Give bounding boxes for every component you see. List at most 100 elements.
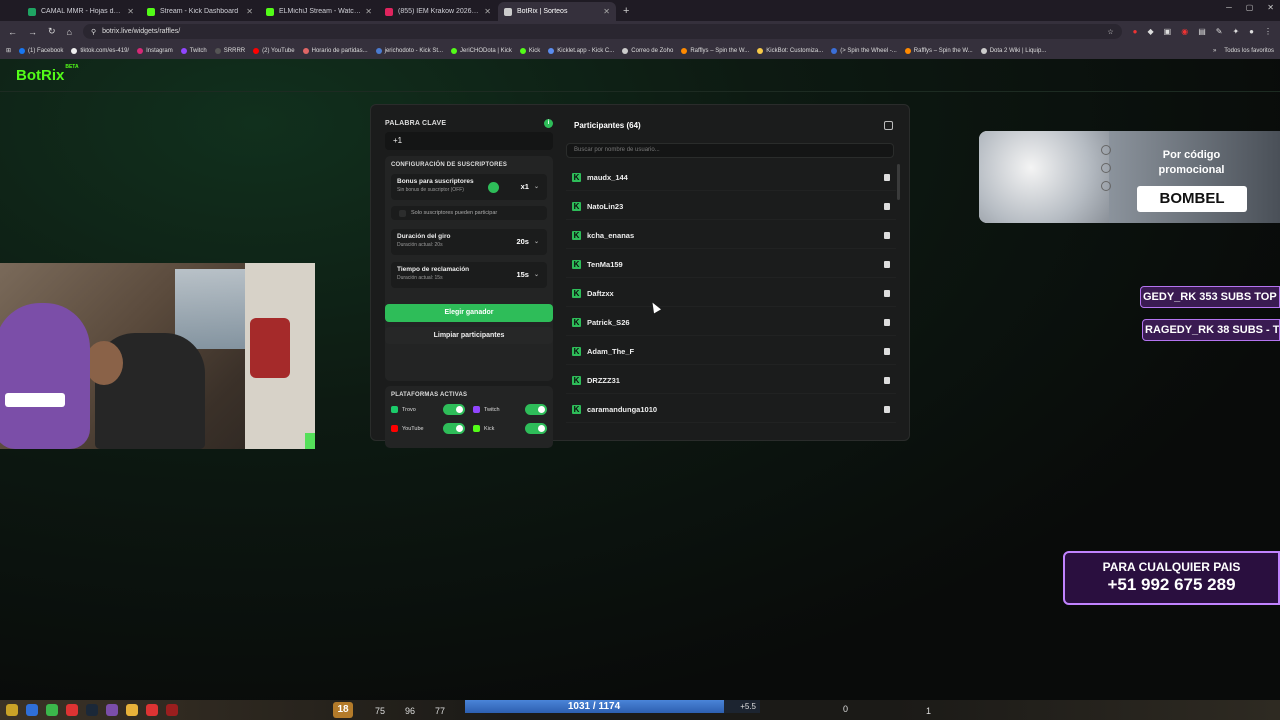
bookmark-label: Twitch <box>189 47 207 54</box>
participant-list-scrollbar[interactable] <box>897 164 900 200</box>
bookmark-item[interactable]: (> Spin the Wheel -... <box>831 47 897 54</box>
extension-icon[interactable]: ▣ <box>1164 27 1172 36</box>
extension-icon[interactable]: ✎ <box>1216 27 1223 36</box>
apps-icon[interactable]: ⊞ <box>6 47 11 54</box>
browser-tab[interactable]: Stream - Kick Dashboard ✕ <box>141 2 259 21</box>
app-icon[interactable] <box>106 704 118 716</box>
dota-icon[interactable] <box>166 704 178 716</box>
steam-icon[interactable] <box>86 704 98 716</box>
botrix-logo[interactable]: BotRixBETA <box>16 64 79 84</box>
twitch-icon <box>473 406 480 413</box>
bookmark-label: Correo de Zoho <box>631 47 674 54</box>
info-icon[interactable]: i <box>544 119 553 128</box>
bookmark-item[interactable]: Rafflys – Spin the W... <box>904 47 973 54</box>
bag-icon <box>1101 163 1111 173</box>
reload-icon[interactable]: ↻ <box>48 26 56 37</box>
participant-name: TenMa159 <box>587 259 623 269</box>
close-window-icon[interactable]: ✕ <box>1267 3 1274 12</box>
forward-icon[interactable]: → <box>28 27 37 37</box>
platform-toggle[interactable] <box>525 404 547 415</box>
bookmark-item[interactable]: jerichodoto - Kick St... <box>375 47 443 54</box>
bookmark-item[interactable]: Twitch <box>180 47 207 54</box>
bookmark-favicon-icon <box>71 47 78 54</box>
platform-toggle[interactable] <box>443 423 465 434</box>
new-tab-button[interactable]: + <box>617 2 635 21</box>
platform-toggle[interactable] <box>443 404 465 415</box>
subs-only-checkbox-row[interactable]: Solo suscriptores pueden participar <box>391 206 547 220</box>
bookmark-item[interactable]: JeriCHODota | Kick <box>451 47 512 54</box>
more-bookmarks-icon[interactable]: » <box>1213 48 1216 54</box>
trash-icon[interactable] <box>884 289 890 297</box>
bookmark-item[interactable]: (1) Facebook <box>19 47 63 54</box>
app-icon[interactable] <box>26 704 38 716</box>
app-icon[interactable] <box>146 704 158 716</box>
close-tab-icon[interactable]: ✕ <box>365 7 372 16</box>
close-tab-icon[interactable]: ✕ <box>127 7 134 16</box>
pick-winner-button[interactable]: Elegir ganador <box>385 304 553 322</box>
trash-icon[interactable] <box>884 347 890 355</box>
menu-icon[interactable]: ⋮ <box>1264 27 1272 36</box>
all-bookmarks-link[interactable]: Todos los favoritos <box>1224 48 1274 54</box>
trash-icon[interactable] <box>884 202 890 210</box>
bookmark-item[interactable]: Dota 2 Wiki | Liquip... <box>980 47 1046 54</box>
bookmark-item[interactable]: Kick <box>519 47 540 54</box>
platform-label: YouTube <box>402 425 424 432</box>
maximize-icon[interactable]: ▢ <box>1246 3 1254 12</box>
bookmark-item[interactable]: Horario de partidas... <box>302 47 368 54</box>
close-tab-icon[interactable]: ✕ <box>246 7 253 16</box>
tab-favicon-icon <box>28 7 36 16</box>
copy-icon[interactable] <box>884 120 893 130</box>
claim-time-select[interactable]: 15s ⌄ <box>516 270 539 279</box>
trash-icon[interactable] <box>884 231 890 239</box>
back-icon[interactable]: ← <box>8 27 17 37</box>
extension-icon[interactable]: ▤ <box>1198 27 1206 36</box>
bookmark-item[interactable]: Rafflys – Spin the W... <box>681 47 749 54</box>
trash-icon[interactable] <box>884 173 890 181</box>
folder-icon[interactable] <box>6 704 18 716</box>
trash-icon[interactable] <box>884 318 890 326</box>
bookmark-item[interactable]: Correo de Zoho <box>622 47 674 54</box>
bookmark-item[interactable]: tiktok.com/es-419/ <box>71 47 129 54</box>
kick-icon: K <box>572 259 581 269</box>
subs-only-checkbox[interactable] <box>399 209 406 217</box>
home-icon[interactable]: ⌂ <box>67 27 72 37</box>
browser-tab[interactable]: CAMAL MMR - Hojas de cálculo ✕ <box>22 2 140 21</box>
browser-tab[interactable]: ELMichiJ Stream - Watch Live ✕ <box>260 2 378 21</box>
bookmark-item[interactable]: KickBot: Customiza... <box>757 47 823 54</box>
hero-stat: 77 <box>435 706 446 716</box>
bookmark-star-icon[interactable]: ☆ <box>1107 28 1113 36</box>
clear-participants-button[interactable]: Limpiar participantes <box>385 327 553 344</box>
app-icon[interactable] <box>46 704 58 716</box>
platform-toggle[interactable] <box>525 423 547 434</box>
subscriber-bonus-select[interactable]: x1 ⌄ <box>521 182 539 191</box>
close-tab-icon[interactable]: ✕ <box>484 7 491 16</box>
trash-icon[interactable] <box>884 405 890 413</box>
url-bar[interactable]: ⚲ botrix.live/widgets/raffles/ ☆ <box>82 24 1122 39</box>
close-tab-icon[interactable]: ✕ <box>603 7 610 16</box>
bookmark-item[interactable]: Kicklet.app - Kick C... <box>548 47 614 54</box>
taskbar-icons <box>6 704 178 716</box>
app-icon[interactable] <box>66 704 78 716</box>
bookmark-item[interactable]: Instagram <box>137 47 173 54</box>
puzzle-icon[interactable]: ✦ <box>1232 27 1239 36</box>
site-info-icon[interactable]: ⚲ <box>91 28 96 36</box>
bookmark-item[interactable]: SRRRR <box>214 47 245 54</box>
profile-avatar[interactable]: ● <box>1249 27 1254 36</box>
trash-icon[interactable] <box>884 260 890 268</box>
chevron-down-icon: ⌄ <box>533 184 539 190</box>
participant-search-input[interactable]: Buscar por nombre de usuario... <box>566 143 894 158</box>
kick-icon: K <box>572 201 581 211</box>
browser-tab[interactable]: (855) IEM Krakow 2026 - CS2 (✕ <box>379 2 497 21</box>
extension-icon[interactable]: ● <box>1133 27 1138 36</box>
spin-duration-select[interactable]: 20s ⌄ <box>516 237 539 246</box>
info-icon[interactable] <box>488 182 499 193</box>
minimize-icon[interactable]: ─ <box>1226 3 1232 12</box>
extension-icon[interactable]: ◉ <box>1181 27 1188 36</box>
bookmark-item[interactable]: (2) YouTube <box>253 47 295 54</box>
keyword-input[interactable]: +1 <box>385 132 553 150</box>
kick-icon: K <box>572 317 581 327</box>
browser-tab[interactable]: BotRix | Sorteos ✕ <box>498 2 616 21</box>
extension-icon[interactable]: ◆ <box>1147 27 1153 36</box>
chrome-icon[interactable] <box>126 704 138 716</box>
trash-icon[interactable] <box>884 376 890 384</box>
